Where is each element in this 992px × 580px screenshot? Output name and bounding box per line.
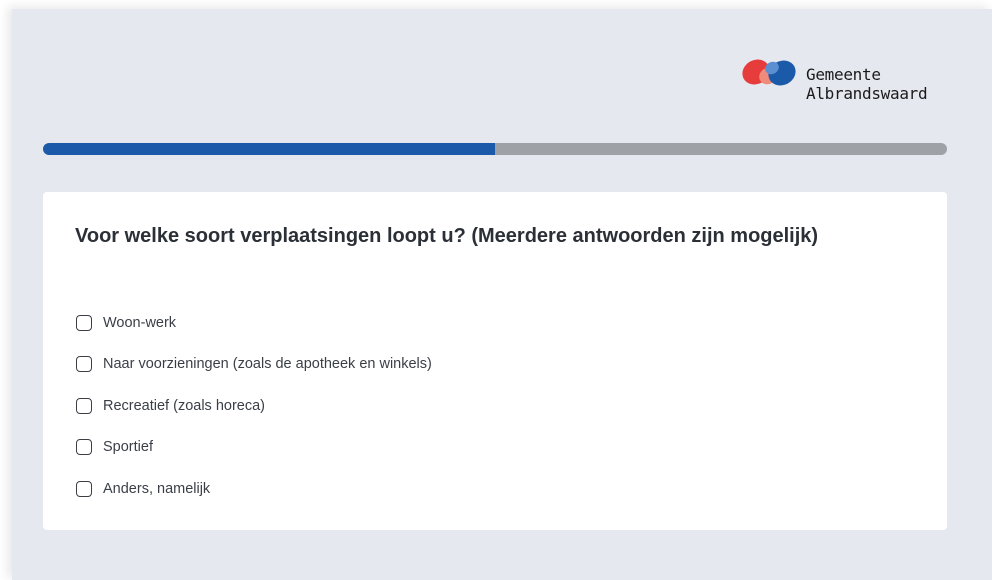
- question-card: Voor welke soort verplaatsingen loopt u?…: [43, 192, 947, 530]
- logo-line-1: Gemeente: [806, 65, 881, 84]
- option-recreatief[interactable]: Recreatief (zoals horeca): [76, 385, 432, 427]
- option-woon-werk[interactable]: Woon-werk: [76, 302, 432, 344]
- option-anders[interactable]: Anders, namelijk: [76, 468, 432, 510]
- checkbox[interactable]: [76, 356, 92, 373]
- answer-options: Woon-werk Naar voorzieningen (zoals de a…: [76, 302, 432, 510]
- logo-wordmark: Gemeente Albrandswaard: [806, 65, 928, 103]
- option-naar-voorzieningen[interactable]: Naar voorzieningen (zoals de apotheek en…: [76, 344, 432, 386]
- checkbox[interactable]: [76, 480, 92, 497]
- survey-page: Gemeente Albrandswaard Voor welke soort …: [12, 9, 992, 580]
- question-title: Voor welke soort verplaatsingen loopt u?…: [75, 225, 819, 247]
- gemeente-albrandswaard-logo: Gemeente Albrandswaard: [738, 54, 958, 124]
- logo-line-2: Albrandswaard: [806, 84, 928, 103]
- checkbox[interactable]: [76, 314, 92, 331]
- progress-bar-fill: [43, 143, 495, 155]
- checkbox[interactable]: [76, 439, 92, 456]
- logo-mark-icon: [742, 59, 796, 86]
- option-label: Woon-werk: [103, 314, 177, 331]
- progress-bar: [43, 143, 947, 155]
- option-label: Naar voorzieningen (zoals de apotheek en…: [103, 356, 432, 373]
- option-label: Sportief: [103, 439, 153, 456]
- option-sportief[interactable]: Sportief: [76, 427, 432, 469]
- option-label: Anders, namelijk: [103, 480, 211, 497]
- checkbox[interactable]: [76, 397, 92, 414]
- option-label: Recreatief (zoals horeca): [103, 397, 265, 414]
- viewport: Gemeente Albrandswaard Voor welke soort …: [0, 0, 992, 580]
